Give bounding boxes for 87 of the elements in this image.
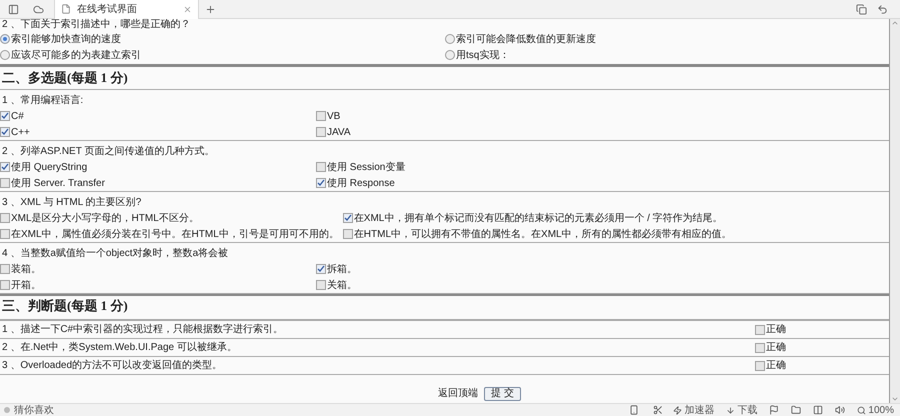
question-text: 3 、Overloaded的方法不可以改变返回值的类型。: [1, 358, 224, 373]
checkbox[interactable]: [755, 342, 765, 352]
radio-button[interactable]: [0, 50, 10, 60]
scroll-up-icon[interactable]: [891, 19, 899, 27]
option-label: 在XML中，属性值必须分装在引号中。在HTML中，引号是可用可不用的。: [11, 228, 339, 242]
copy-icon[interactable]: [856, 4, 867, 14]
status-item[interactable]: 下载: [726, 402, 758, 416]
checkmark-icon: [344, 214, 352, 222]
checkbox[interactable]: [316, 178, 326, 188]
option-label: 关箱。: [327, 278, 357, 292]
checkbox[interactable]: [0, 264, 10, 274]
option-label: 正确: [766, 341, 786, 355]
option-label: 使用 QueryString: [11, 160, 88, 174]
checkbox[interactable]: [316, 111, 326, 121]
checkbox[interactable]: [755, 324, 765, 334]
option-label: 使用 Response: [327, 176, 395, 190]
scroll-down-icon[interactable]: [891, 395, 899, 403]
speaker-icon[interactable]: [835, 405, 846, 415]
question-text: 1 、常用编程语言:: [1, 94, 84, 108]
checkbox[interactable]: [0, 162, 10, 172]
checkbox[interactable]: [0, 111, 10, 121]
checkbox[interactable]: [0, 178, 10, 188]
option-label: C++: [11, 126, 30, 140]
option-label: VB: [327, 110, 340, 124]
question-text: 3 、XML 与 HTML 的主要区别?: [1, 196, 142, 210]
cloud-icon[interactable]: [33, 4, 44, 14]
checkbox[interactable]: [316, 162, 326, 172]
option-label: 在HTML中，可以拥有不带值的属性名。在XML中，所有的属性都必须带有相应的值。: [354, 228, 732, 242]
option-label: JAVA: [327, 126, 351, 140]
option-label: 使用 Server. Transfer: [11, 176, 105, 190]
phone-icon[interactable]: [629, 405, 640, 415]
download-icon: [726, 406, 736, 414]
page-icon: [61, 4, 71, 14]
question-text: 2 、在.Net中，类System.Web.UI.Page 可以被继承。: [1, 340, 238, 355]
checkbox[interactable]: [316, 264, 326, 274]
search-icon: [857, 406, 866, 414]
radio-button[interactable]: [445, 34, 455, 44]
undo-icon[interactable]: [877, 4, 888, 14]
browser-tab[interactable]: 在线考试界面: [54, 0, 199, 18]
lightning-icon: [673, 406, 682, 414]
option-label: 正确: [766, 323, 786, 337]
question-text: 1 、描述一下C#中索引器的实现过程，只能根据数字进行索引。: [1, 322, 284, 337]
checkbox[interactable]: [0, 213, 10, 223]
checkbox[interactable]: [342, 229, 353, 239]
sidebar-icon[interactable]: [8, 4, 19, 14]
checkbox[interactable]: [0, 127, 10, 137]
question-text: 4 、当整数a赋值给一个object对象时，整数a将会被: [1, 246, 230, 260]
scrollbar[interactable]: [890, 19, 900, 403]
question-text: 2 、列举ASP.NET 页面之间传递值的几种方式。: [1, 144, 216, 158]
tab-title: 在线考试界面: [77, 2, 138, 16]
new-tab-icon[interactable]: [205, 4, 216, 14]
columns-icon[interactable]: [813, 405, 824, 415]
option-label: 正确: [766, 359, 786, 373]
option-label: 索引能够加快查询的速度: [11, 32, 121, 46]
close-icon[interactable]: [183, 4, 192, 14]
option-label: 使用 Session变量: [327, 160, 406, 174]
submit-button[interactable]: 提 交: [484, 387, 521, 401]
option-label: 在XML中，拥有单个标记而没有匹配的结束标记的元素必须用一个 / 字符作为结尾。: [354, 212, 723, 226]
zoom-level[interactable]: 100%: [857, 402, 894, 416]
option-label: XML是区分大小写字母的，HTML不区分。: [11, 212, 199, 226]
flag-icon[interactable]: [769, 405, 780, 415]
question-text: 2 、下面关于索引描述中，哪些是正确的？: [1, 19, 192, 31]
scissors-icon[interactable]: [653, 405, 664, 415]
section-title: 三、判断题(每题 1 分): [0, 296, 889, 320]
option-label: 索引可能会降低数值的更新速度: [456, 32, 596, 46]
checkbox[interactable]: [316, 127, 326, 137]
option-label: C#: [11, 110, 24, 124]
checkmark-icon: [317, 179, 325, 187]
folder-icon[interactable]: [791, 405, 802, 415]
status-text[interactable]: 猜你喜欢: [14, 402, 54, 416]
option-label: 用tsq实现：: [456, 48, 510, 62]
option-label: 应该尽可能多的为表建立索引: [11, 48, 141, 62]
radio-button[interactable]: [0, 34, 10, 44]
checkbox[interactable]: [342, 213, 353, 223]
checkmark-icon: [317, 265, 325, 273]
checkmark-icon: [1, 163, 9, 171]
option-label: 开箱。: [11, 278, 41, 292]
option-label: 装箱。: [11, 262, 41, 276]
option-label: 拆箱。: [327, 262, 357, 276]
back-to-top-link[interactable]: 返回顶端: [438, 386, 478, 401]
checkbox[interactable]: [0, 229, 10, 239]
checkbox[interactable]: [316, 280, 326, 290]
checkbox[interactable]: [0, 280, 10, 290]
radio-button[interactable]: [445, 50, 455, 60]
section-title: 二、多选题(每题 1 分): [0, 67, 889, 90]
status-item[interactable]: 加速器: [673, 402, 714, 416]
checkbox[interactable]: [755, 360, 765, 370]
